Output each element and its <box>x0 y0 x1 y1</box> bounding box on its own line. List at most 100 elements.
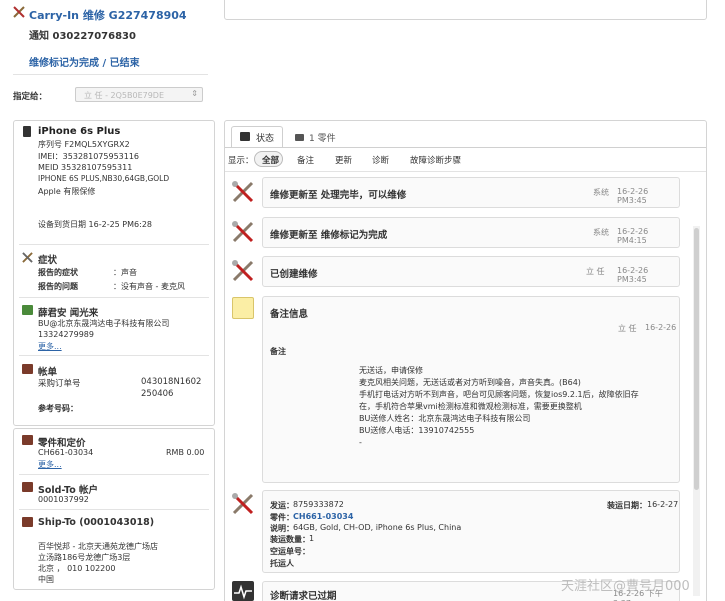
tools-icon <box>13 6 25 18</box>
billing-icon <box>22 364 33 374</box>
tab-parts-label: 1 零件 <box>309 134 336 144</box>
ship-to-line2: 立汤路186号龙德广场3层 <box>38 553 131 562</box>
divider <box>13 74 208 75</box>
tab-parts[interactable]: 1 零件 <box>291 130 351 146</box>
parts-icon <box>22 435 33 445</box>
reported-symptom-label: 报告的症状 <box>38 268 78 277</box>
timeline-entry-1: 维修更新至 处理完毕，可以维修 系统 16-2-26 PM3:45 <box>262 177 680 208</box>
scrollbar-thumb[interactable] <box>694 228 699 490</box>
customer-icon <box>22 305 33 315</box>
wrench-screwdriver-icon <box>231 259 255 283</box>
assign-select-value: 立 任 - 2Q5B0E79DE <box>84 91 165 100</box>
status-tab-icon <box>240 132 250 141</box>
tracking-label: 空运单号： <box>270 547 310 556</box>
note-entry: 备注信息 立 任 16-2-26 备注 无送话，申请保修 麦克风相关问题，无送话… <box>262 296 680 483</box>
ship-qty-label: 装运数量： <box>270 535 310 544</box>
entry-time: 16-2-26 PM3:45 <box>617 187 649 205</box>
tab-status[interactable]: 状态 <box>231 126 283 147</box>
entry-author: 系统 <box>593 228 609 237</box>
filter-show-label: 显示： <box>228 156 254 166</box>
phone-icon <box>23 126 31 137</box>
ship-to-line1: 百华悦邦 - 北京天通苑龙德广场店 <box>38 542 158 551</box>
device-meid: MEID 35328107595311 <box>38 163 133 172</box>
ship-part-label: 零件： <box>270 513 294 522</box>
note-label: 备注 <box>270 347 286 356</box>
entry-title: 已创建维修 <box>270 269 318 280</box>
ship-label: 发运： <box>270 501 294 510</box>
device-warranty: Apple 有限保修 <box>38 187 96 196</box>
sticky-note-icon <box>232 297 254 319</box>
note-line: BU送修人电话：13910742555 <box>359 426 475 435</box>
note-line: 麦克风相关问题，无送话或者对方听到噪音，声音失真。(B64) <box>359 378 581 387</box>
note-body: 无送话，申请保修 麦克风相关问题，无送话或者对方听到噪音，声音失真。(B64) … <box>359 365 669 449</box>
ship-desc-value: 64GB, Gold, CH-OD, iPhone 6s Plus, China <box>293 523 462 532</box>
diagnostic-title: 诊断请求已过期 <box>270 591 337 601</box>
wrench-screwdriver-icon <box>231 180 255 204</box>
entry-author: 立 任 <box>586 267 605 276</box>
divider <box>19 474 209 475</box>
reported-issue-label: 报告的问题 <box>38 282 78 291</box>
timeline-entry-3: 已创建维修 立 任 16-2-26 PM3:45 <box>262 256 680 287</box>
entry-time: 16-2-26 PM3:45 <box>617 266 649 284</box>
wrench-screwdriver-icon <box>231 492 255 516</box>
note-line: 手机打电话对方听不到声音，吧台可见顾客问题，恢复ios9.2.1后，故障依旧存 <box>359 390 639 399</box>
note-title: 备注信息 <box>270 309 309 320</box>
ship-date-label: 装运日期： <box>607 501 647 510</box>
shipping-entry: 发运： 8759333872 装运日期： 16-2-27 零件： CH661-0… <box>262 490 680 573</box>
entry-author: 系统 <box>593 188 609 197</box>
assign-label: 指定给： <box>13 92 48 102</box>
ship-part-link[interactable]: CH661-03034 <box>293 512 353 521</box>
divider <box>19 244 209 245</box>
po-label: 采购订单号 <box>38 379 81 389</box>
ship-date-value: 16-2-27 <box>647 500 679 509</box>
customer-more-link[interactable]: 更多... <box>38 341 62 352</box>
note-date: 16-2-26 <box>645 323 677 332</box>
note-line: - <box>359 438 362 447</box>
device-config: IPHONE 6S PLUS,NB30,64GB,GOLD <box>38 174 170 183</box>
wrench-screwdriver-icon <box>231 220 255 244</box>
notice-number: 通知 030227076830 <box>29 31 136 42</box>
entry-title: 维修更新至 维修标记为完成 <box>270 230 388 241</box>
filter-diagnosis[interactable]: 诊断 <box>372 154 389 166</box>
device-imei: IMEI：353281075953116 <box>38 152 140 161</box>
repair-title: Carry-In 维修 G227478904 <box>29 9 187 22</box>
sold-to-title: Sold-To 帐户 <box>38 485 99 496</box>
divider <box>19 355 209 356</box>
parts-more-link[interactable]: 更多... <box>38 459 62 470</box>
customer-company: BU@北京东晟鸿达电子科技有限公司 <box>38 319 170 328</box>
mark-complete-link[interactable]: 维修标记为完成 / 已结束 <box>29 54 140 69</box>
parts-pricing-part: CH661-03034 <box>38 448 94 457</box>
po-value-line1: 043018N1602 <box>141 377 202 387</box>
parts-pricing-title: 零件和定价 <box>38 438 86 449</box>
divider <box>19 509 209 510</box>
shipping-icon <box>22 517 33 527</box>
chevron-down-icon: ⇕ <box>191 89 198 98</box>
watermark: 天涯社区@曹号月000 <box>561 579 690 594</box>
account-icon <box>22 482 33 492</box>
assign-select[interactable]: 立 任 - 2Q5B0E79DE ⇕ <box>75 87 203 102</box>
ship-qty-value: 1 <box>309 534 315 543</box>
tools-icon <box>22 252 33 263</box>
ship-desc-label: 说明： <box>270 524 294 533</box>
device-serial: 序列号 F2MQL5XYGRX2 <box>38 140 130 149</box>
filter-updates[interactable]: 更新 <box>335 154 352 166</box>
note-line: 无送话，申请保修 <box>359 366 423 375</box>
entry-time: 16-2-26 PM4:15 <box>617 227 649 245</box>
reference-label: 参考号码： <box>38 404 78 413</box>
filter-divider <box>225 171 706 172</box>
scrollbar-track[interactable] <box>693 226 700 596</box>
carrier-label: 托运人 <box>270 559 294 568</box>
filter-notes[interactable]: 备注 <box>297 154 314 166</box>
filter-all[interactable]: 全部 <box>254 151 283 167</box>
tab-divider <box>225 147 706 148</box>
timeline-entry-2: 维修更新至 维修标记为完成 系统 16-2-26 PM4:15 <box>262 217 680 248</box>
filter-troubleshoot[interactable]: 故障诊断步骤 <box>410 154 461 166</box>
tab-status-label: 状态 <box>256 134 275 144</box>
chip-icon <box>295 134 304 141</box>
filter-all-label: 全部 <box>262 156 280 166</box>
symptom-title: 症状 <box>38 255 58 266</box>
po-value-line2: 250406 <box>141 389 174 399</box>
customer-phone: 13324279989 <box>38 330 94 339</box>
reported-symptom-value: ：声音 <box>113 268 137 277</box>
diagnostic-icon <box>232 581 254 601</box>
